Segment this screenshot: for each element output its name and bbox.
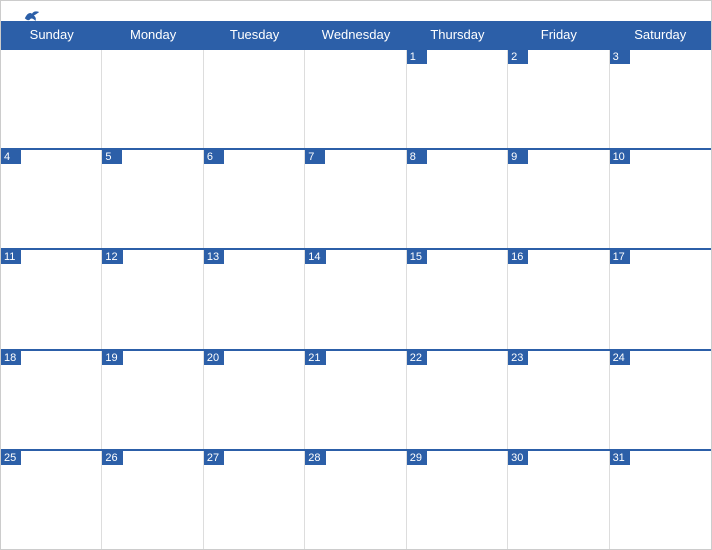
day-cell-18: 18 [1, 351, 102, 449]
day-number-26: 26 [102, 451, 122, 465]
day-cell-13: 13 [204, 250, 305, 348]
calendar-header [1, 1, 711, 21]
day-number-7: 7 [305, 150, 325, 164]
week-row-2: 4 5 6 7 8 9 10 [1, 148, 711, 248]
day-number-27: 27 [204, 451, 224, 465]
day-cell-empty [204, 50, 305, 148]
day-number-14: 14 [305, 250, 325, 264]
day-number-25: 25 [1, 451, 21, 465]
week-row-3: 11 12 13 14 15 16 17 [1, 248, 711, 348]
day-number-19: 19 [102, 351, 122, 365]
day-number-31: 31 [610, 451, 630, 465]
day-number-23: 23 [508, 351, 528, 365]
day-cell-11: 11 [1, 250, 102, 348]
day-cell-29: 29 [407, 451, 508, 549]
day-number-6: 6 [204, 150, 224, 164]
day-cell-31: 31 [610, 451, 711, 549]
week-row-4: 18 19 20 21 22 23 24 [1, 349, 711, 449]
day-number-12: 12 [102, 250, 122, 264]
day-number-18: 18 [1, 351, 21, 365]
day-cell-empty [1, 50, 102, 148]
logo-bird-icon [23, 9, 41, 23]
day-cell-21: 21 [305, 351, 406, 449]
week-row-1: 1 2 3 [1, 48, 711, 148]
day-number-21: 21 [305, 351, 325, 365]
day-number-9: 9 [508, 150, 528, 164]
day-cell-25: 25 [1, 451, 102, 549]
day-number-1: 1 [407, 50, 427, 64]
day-cell-23: 23 [508, 351, 609, 449]
day-cell-28: 28 [305, 451, 406, 549]
day-number-16: 16 [508, 250, 528, 264]
day-cell-10: 10 [610, 150, 711, 248]
day-cell-16: 16 [508, 250, 609, 348]
day-cell-8: 8 [407, 150, 508, 248]
day-number-22: 22 [407, 351, 427, 365]
logo-blue [21, 9, 41, 23]
day-number-10: 10 [610, 150, 630, 164]
day-cell-9: 9 [508, 150, 609, 248]
day-cell-5: 5 [102, 150, 203, 248]
day-cell-6: 6 [204, 150, 305, 248]
calendar: SundayMondayTuesdayWednesdayThursdayFrid… [0, 0, 712, 550]
day-cell-4: 4 [1, 150, 102, 248]
day-cell-17: 17 [610, 250, 711, 348]
day-header-tuesday: Tuesday [204, 21, 305, 48]
day-header-wednesday: Wednesday [305, 21, 406, 48]
day-number-8: 8 [407, 150, 427, 164]
logo [21, 9, 41, 23]
day-cell-19: 19 [102, 351, 203, 449]
day-number-5: 5 [102, 150, 122, 164]
day-cell-12: 12 [102, 250, 203, 348]
day-header-monday: Monday [102, 21, 203, 48]
day-header-sunday: Sunday [1, 21, 102, 48]
day-cell-30: 30 [508, 451, 609, 549]
day-number-17: 17 [610, 250, 630, 264]
day-number-15: 15 [407, 250, 427, 264]
day-header-saturday: Saturday [610, 21, 711, 48]
day-number-20: 20 [204, 351, 224, 365]
day-cell-1: 1 [407, 50, 508, 148]
day-header-friday: Friday [508, 21, 609, 48]
day-cell-15: 15 [407, 250, 508, 348]
calendar-grid: 1234567891011121314151617181920212223242… [1, 48, 711, 549]
day-number-11: 11 [1, 250, 21, 264]
day-headers-row: SundayMondayTuesdayWednesdayThursdayFrid… [1, 21, 711, 48]
day-cell-24: 24 [610, 351, 711, 449]
day-number-2: 2 [508, 50, 528, 64]
day-number-30: 30 [508, 451, 528, 465]
day-cell-27: 27 [204, 451, 305, 549]
day-cell-empty [305, 50, 406, 148]
week-row-5: 25 26 27 28 29 30 31 [1, 449, 711, 549]
day-number-13: 13 [204, 250, 224, 264]
day-cell-22: 22 [407, 351, 508, 449]
day-cell-7: 7 [305, 150, 406, 248]
day-number-4: 4 [1, 150, 21, 164]
day-header-thursday: Thursday [407, 21, 508, 48]
day-cell-empty [102, 50, 203, 148]
day-cell-3: 3 [610, 50, 711, 148]
day-number-28: 28 [305, 451, 325, 465]
day-number-29: 29 [407, 451, 427, 465]
day-cell-26: 26 [102, 451, 203, 549]
day-number-24: 24 [610, 351, 630, 365]
day-cell-20: 20 [204, 351, 305, 449]
day-number-3: 3 [610, 50, 630, 64]
day-cell-2: 2 [508, 50, 609, 148]
day-cell-14: 14 [305, 250, 406, 348]
